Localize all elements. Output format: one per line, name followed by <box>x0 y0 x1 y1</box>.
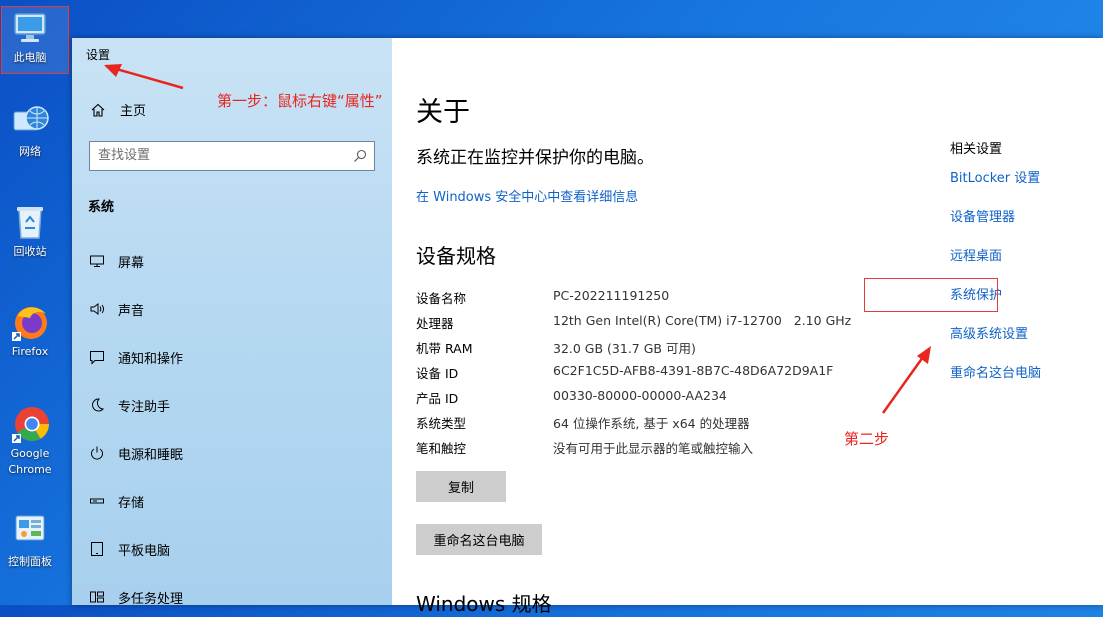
sidebar-item-label: 声音 <box>118 303 145 319</box>
related-settings: 相关设置 BitLocker 设置 设备管理器 远程桌面 系统保护 高级系统设置… <box>950 138 1041 381</box>
spec-key: 设备 ID <box>416 366 459 381</box>
desktop-icon-control-panel[interactable]: 控制面板 <box>2 512 58 570</box>
desktop-icon-this-pc[interactable]: 此电脑 <box>2 8 58 66</box>
page-title: 关于 <box>416 97 470 128</box>
sidebar-item-storage[interactable]: 存储 <box>88 489 144 513</box>
nav-home[interactable]: 主页 <box>90 100 146 119</box>
multitasking-icon <box>88 588 106 606</box>
highlight-box-advanced-settings <box>864 278 998 312</box>
sidebar-item-label: 平板电脑 <box>118 543 171 559</box>
desktop-icon-label: Google Chrome <box>8 447 52 476</box>
sidebar-item-label: 多任务处理 <box>118 591 184 607</box>
spec-value: PC-202211191250 <box>553 288 670 303</box>
sidebar-item-label: 通知和操作 <box>118 351 184 367</box>
desktop-icon-label: 此电脑 <box>13 51 47 64</box>
sidebar-item-display[interactable]: 屏幕 <box>88 249 144 273</box>
step1-annotation: 第一步：鼠标右键“属性” <box>217 92 383 110</box>
spec-key: 设备名称 <box>416 291 467 306</box>
display-icon <box>88 252 106 270</box>
spec-row: 笔和触控 没有可用于此显示器的笔或触控输入 <box>416 438 896 458</box>
spec-value: 6C2F1C5D-AFB8-4391-8B7C-48D6A72D9A1F <box>553 363 834 378</box>
related-settings-title: 相关设置 <box>950 142 1003 157</box>
home-icon <box>90 102 106 118</box>
sidebar-item-label: 存储 <box>118 495 145 511</box>
windows-specs-title: Windows 规格 <box>416 592 552 616</box>
sidebar-item-focus-assist[interactable]: 专注助手 <box>88 393 170 417</box>
tablet-icon <box>88 540 106 558</box>
desktop-icon-network[interactable]: 网络 <box>2 102 58 160</box>
spec-row: 产品 ID 00330-80000-00000-AA234 <box>416 388 896 408</box>
security-center-link[interactable]: 在 Windows 安全中心中查看详细信息 <box>416 186 638 205</box>
desktop-icon-label: 网络 <box>19 145 41 158</box>
spec-row: 设备 ID 6C2F1C5D-AFB8-4391-8B7C-48D6A72D9A1… <box>416 363 896 383</box>
about-content: 关于 系统正在监控并保护你的电脑。 在 Windows 安全中心中查看详细信息 … <box>392 38 1103 616</box>
spec-value: 32.0 GB (31.7 GB 可用) <box>553 341 696 356</box>
search-icon[interactable] <box>353 148 367 167</box>
device-manager-link[interactable]: 设备管理器 <box>950 206 1015 225</box>
sidebar-item-sound[interactable]: 声音 <box>88 297 144 321</box>
spec-row: 机带 RAM 32.0 GB (31.7 GB 可用) <box>416 338 896 358</box>
window-title: 设置 <box>86 48 111 62</box>
sidebar-item-tablet[interactable]: 平板电脑 <box>88 537 170 561</box>
sidebar-item-notifications[interactable]: 通知和操作 <box>88 345 183 369</box>
spec-value: 没有可用于此显示器的笔或触控输入 <box>553 441 754 456</box>
power-icon <box>88 444 106 462</box>
desktop-icon-recycle-bin[interactable]: 回收站 <box>2 202 58 260</box>
bitlocker-settings-link[interactable]: BitLocker 设置 <box>950 167 1040 186</box>
sidebar-section-title: 系统 <box>88 200 115 215</box>
advanced-system-settings-link[interactable]: 高级系统设置 <box>950 323 1028 342</box>
desktop-icon-label: 回收站 <box>13 245 47 258</box>
control-panel-icon <box>10 512 50 552</box>
sidebar-item-label: 电源和睡眠 <box>118 447 184 463</box>
copy-button[interactable]: 复制 <box>416 471 506 502</box>
recycle-bin-icon <box>10 202 50 242</box>
spec-key: 笔和触控 <box>416 441 467 456</box>
nav-home-label: 主页 <box>120 104 147 119</box>
remote-desktop-link[interactable]: 远程桌面 <box>950 245 1002 264</box>
desktop-icon-firefox[interactable]: Firefox <box>2 302 58 360</box>
protection-status: 系统正在监控并保护你的电脑。 <box>416 148 654 168</box>
sidebar-item-power-sleep[interactable]: 电源和睡眠 <box>88 441 183 465</box>
desktop-icon-label: 控制面板 <box>8 555 52 568</box>
spec-key: 系统类型 <box>416 416 467 431</box>
spec-row: 处理器 12th Gen Intel(R) Core(TM) i7-12700 2… <box>416 313 896 333</box>
notification-icon <box>88 348 106 366</box>
spec-key: 机带 RAM <box>416 341 473 356</box>
spec-key: 产品 ID <box>416 391 459 406</box>
computer-icon <box>10 8 50 48</box>
desktop-icon-chrome[interactable]: Google Chrome <box>2 404 58 478</box>
device-specs-title: 设备规格 <box>416 244 496 268</box>
settings-sidebar: 设置 主页 系统 屏幕 声音 通知和操作 专注助手 <box>72 38 392 607</box>
spec-row: 系统类型 64 位操作系统, 基于 x64 的处理器 <box>416 413 896 433</box>
moon-icon <box>88 396 106 414</box>
spec-value: 12th Gen Intel(R) Core(TM) i7-12700 2.10… <box>553 313 852 328</box>
rename-pc-button[interactable]: 重命名这台电脑 <box>416 524 542 555</box>
network-globe-icon <box>10 102 50 142</box>
spec-value: 00330-80000-00000-AA234 <box>553 388 727 403</box>
storage-icon <box>88 492 106 510</box>
sidebar-item-multitasking[interactable]: 多任务处理 <box>88 585 183 609</box>
sidebar-item-label: 屏幕 <box>118 255 145 271</box>
step2-annotation: 第二步 <box>844 430 890 448</box>
speaker-icon <box>88 300 106 318</box>
settings-window: 设置 主页 系统 屏幕 声音 通知和操作 专注助手 <box>72 38 1103 616</box>
spec-key: 处理器 <box>416 316 454 331</box>
spec-value: 64 位操作系统, 基于 x64 的处理器 <box>553 416 750 431</box>
spec-row: 设备名称 PC-202211191250 <box>416 288 896 308</box>
rename-this-pc-link[interactable]: 重命名这台电脑 <box>950 362 1041 381</box>
chrome-icon <box>10 404 50 444</box>
desktop-icon-label: Firefox <box>11 345 49 358</box>
search-box[interactable] <box>89 141 375 171</box>
sidebar-item-label: 专注助手 <box>118 399 171 415</box>
firefox-icon <box>10 302 50 342</box>
search-input[interactable] <box>90 142 356 168</box>
